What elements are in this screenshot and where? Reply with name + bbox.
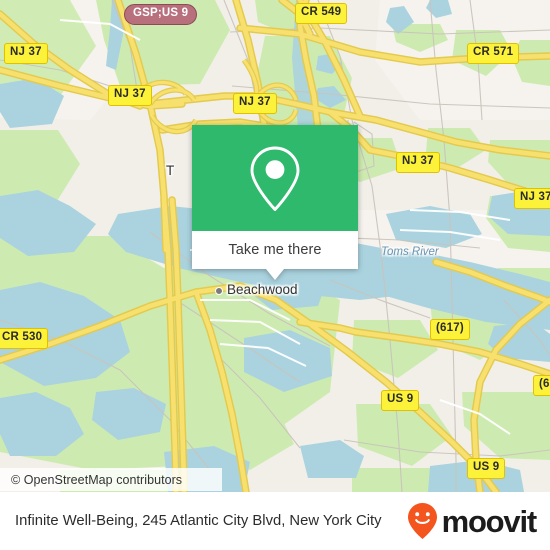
road-shield-617: (617) [430, 319, 470, 340]
location-popup-card[interactable]: Take me there [192, 125, 358, 280]
osm-attribution[interactable]: © OpenStreetMap contributors [0, 468, 222, 491]
road-shield-6xx-partial: (6 [533, 375, 550, 396]
road-shield-nj37-d: NJ 37 [396, 152, 440, 173]
popup-cta-label: Take me there [228, 242, 322, 258]
road-shield-nj37-a: NJ 37 [4, 43, 48, 64]
road-shield-nj37-b: NJ 37 [108, 85, 152, 106]
road-shield-nj37-e: NJ 37 [514, 188, 550, 209]
place-label-beachwood: Beachwood [227, 282, 298, 297]
road-shield-cr549: CR 549 [295, 3, 348, 24]
road-shield-gsp-us9: GSP;US 9 [124, 4, 198, 25]
footer-bar: Infinite Well-Being, 245 Atlantic City B… [0, 492, 550, 550]
popup-cta-button[interactable]: Take me there [192, 231, 358, 269]
city-dot-beachwood [215, 287, 223, 295]
map-pin-icon [250, 146, 300, 211]
popup-pointer-tail [266, 269, 284, 280]
moovit-brand-logo[interactable]: moovit [406, 501, 538, 541]
road-shield-us9-b: US 9 [467, 458, 506, 479]
moovit-map-screenshot: T Beachwood Toms River GSP;US 9 CR 549 N… [0, 0, 550, 550]
location-title: Infinite Well-Being, 245 Atlantic City B… [15, 512, 382, 529]
popup-image-panel [192, 125, 358, 231]
road-shield-nj37-c: NJ 37 [233, 93, 277, 114]
moovit-wordmark: moovit [441, 503, 538, 539]
road-shield-us9-a: US 9 [381, 390, 420, 411]
place-label-toms-river-water: Toms River [381, 246, 439, 258]
road-shield-cr530: CR 530 [0, 328, 49, 349]
moovit-smiley-pin-icon [407, 503, 437, 539]
road-shield-cr571: CR 571 [467, 43, 520, 64]
osm-attribution-text: © OpenStreetMap contributors [11, 472, 183, 487]
place-label-toms-river-partial: T [166, 163, 175, 178]
